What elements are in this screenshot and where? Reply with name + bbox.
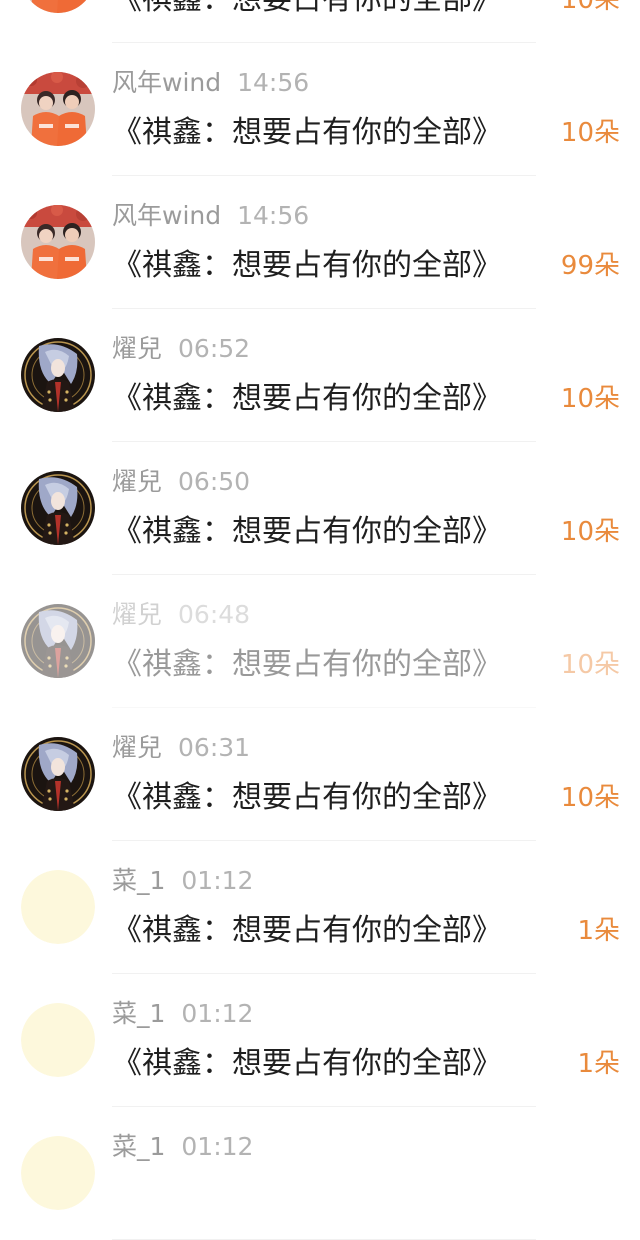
- record-meta: 菜_1 01:12: [112, 863, 253, 899]
- gift-title: 《祺鑫：想要占有你的全部》: [112, 381, 502, 416]
- username[interactable]: 风年wind: [112, 201, 221, 230]
- timestamp: 01:12: [181, 866, 254, 895]
- list-item[interactable]: 燿兒 06:50 《祺鑫：想要占有你的全部》 10朵: [0, 442, 640, 575]
- flower-count: 10朵: [560, 384, 620, 414]
- flower-count: 1朵: [577, 1049, 620, 1079]
- list-item[interactable]: 菜_1 01:12: [0, 1107, 640, 1240]
- username[interactable]: 燿兒: [112, 600, 162, 629]
- list-item[interactable]: 风年wind14:56 《祺鑫：想要占有你的全部》 10朵: [0, 0, 640, 43]
- list-item[interactable]: 菜_1 01:12 《祺鑫：想要占有你的全部》 1朵: [0, 841, 640, 974]
- basketball-duo-avatar[interactable]: [21, 72, 95, 146]
- flower-count: 99朵: [560, 251, 620, 281]
- record-meta: 燿兒 06:48: [112, 597, 250, 633]
- timestamp: 06:52: [178, 334, 251, 363]
- anime-character-avatar[interactable]: [21, 338, 95, 412]
- username[interactable]: 燿兒: [112, 334, 162, 363]
- list-item[interactable]: 风年wind 14:56 《祺鑫：想要占有你的全部》 99朵: [0, 176, 640, 309]
- flower-count: 1朵: [577, 916, 620, 946]
- flower-count: 10朵: [560, 0, 620, 15]
- record-meta: 风年wind 14:56: [112, 65, 309, 101]
- username[interactable]: 风年wind: [112, 68, 221, 97]
- timestamp: 06:50: [178, 467, 251, 496]
- anime-character-avatar[interactable]: [21, 737, 95, 811]
- record-meta: 燿兒 06:52: [112, 331, 250, 367]
- gift-title: 《祺鑫：想要占有你的全部》: [112, 780, 502, 815]
- basketball-duo-avatar[interactable]: [21, 205, 95, 279]
- gift-title: 《祺鑫：想要占有你的全部》: [112, 647, 502, 682]
- username[interactable]: 菜_1: [112, 866, 165, 895]
- list-item[interactable]: 燿兒 06:52 《祺鑫：想要占有你的全部》 10朵: [0, 309, 640, 442]
- username[interactable]: 菜_1: [112, 999, 165, 1028]
- gift-title: 《祺鑫：想要占有你的全部》: [112, 0, 502, 22]
- timestamp: 14:56: [237, 68, 310, 97]
- basketball-duo-avatar[interactable]: [21, 0, 95, 13]
- record-meta: 燿兒 06:31: [112, 730, 250, 766]
- gift-title: 《祺鑫：想要占有你的全部》: [112, 1046, 502, 1081]
- timestamp: 01:12: [181, 999, 254, 1028]
- flower-count: 10朵: [560, 118, 620, 148]
- plain-yellow-avatar[interactable]: [21, 1136, 95, 1210]
- gift-title: 《祺鑫：想要占有你的全部》: [112, 514, 502, 549]
- plain-yellow-avatar[interactable]: [21, 1003, 95, 1077]
- list-item[interactable]: 燿兒 06:48 《祺鑫：想要占有你的全部》 10朵: [0, 575, 640, 708]
- list-item[interactable]: 风年wind 14:56 《祺鑫：想要占有你的全部》 10朵: [0, 43, 640, 176]
- username[interactable]: 燿兒: [112, 733, 162, 762]
- timestamp: 01:12: [181, 1132, 254, 1161]
- flower-count: 10朵: [560, 650, 620, 680]
- list-item[interactable]: 菜_1 01:12 《祺鑫：想要占有你的全部》 1朵: [0, 974, 640, 1107]
- username[interactable]: 菜_1: [112, 1132, 165, 1161]
- flower-count: 10朵: [560, 517, 620, 547]
- username[interactable]: 燿兒: [112, 467, 162, 496]
- timestamp: 06:31: [178, 733, 251, 762]
- anime-character-avatar[interactable]: [21, 471, 95, 545]
- timestamp: 06:48: [178, 600, 251, 629]
- gift-record-list[interactable]: 风年wind 14:56 《祺鑫：想要占有你的全部》 10朵 风年wind 14:5…: [0, 0, 640, 1240]
- flower-count: 10朵: [560, 783, 620, 813]
- gift-title: 《祺鑫：想要占有你的全部》: [112, 248, 502, 283]
- timestamp: 14:56: [237, 201, 310, 230]
- gift-title: 《祺鑫：想要占有你的全部》: [112, 115, 502, 150]
- gift-title: 《祺鑫：想要占有你的全部》: [112, 913, 502, 948]
- record-meta: 菜_1 01:12: [112, 1129, 253, 1165]
- list-item[interactable]: 燿兒 06:31 《祺鑫：想要占有你的全部》 10朵: [0, 708, 640, 841]
- plain-yellow-avatar[interactable]: [21, 870, 95, 944]
- anime-character-avatar[interactable]: [21, 604, 95, 678]
- record-meta: 风年wind 14:56: [112, 198, 309, 234]
- record-meta: 燿兒 06:50: [112, 464, 250, 500]
- record-meta: 菜_1 01:12: [112, 996, 253, 1032]
